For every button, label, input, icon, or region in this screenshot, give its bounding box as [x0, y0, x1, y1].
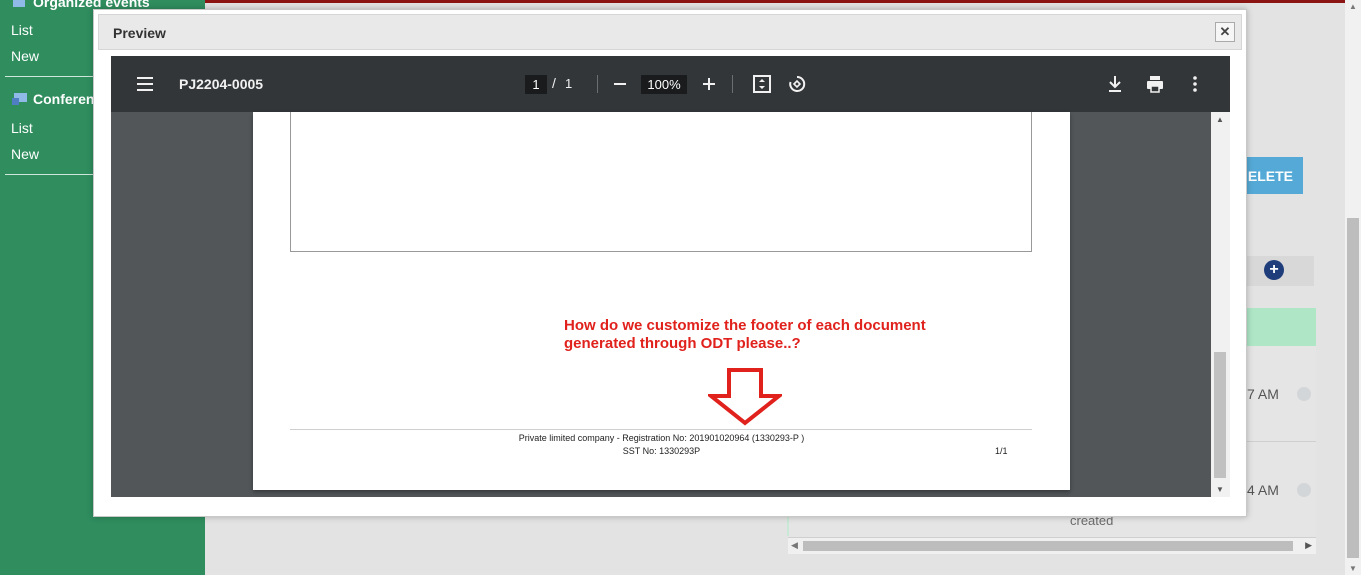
preview-modal: Preview ✕ PJ2204-0005 1 / 1 100% How do …: [93, 9, 1247, 517]
sidebar-conferences-new-link[interactable]: New: [11, 146, 39, 162]
scrollbar-thumb[interactable]: [1214, 352, 1226, 478]
events-panel-highlight: [1246, 308, 1316, 346]
plus-icon[interactable]: [698, 73, 720, 95]
page-number-input[interactable]: 1: [525, 75, 547, 94]
scroll-down-icon[interactable]: ▼: [1349, 564, 1357, 573]
events-horizontal-scrollbar[interactable]: ◀ ▶: [788, 538, 1316, 554]
event-status-dot: [1297, 483, 1311, 497]
conference-icon: [11, 92, 29, 106]
annotation-question: How do we customize the footer of each d…: [564, 317, 926, 352]
scroll-up-icon[interactable]: ▲: [1216, 115, 1224, 124]
calendar-icon: [11, 0, 29, 9]
scroll-left-icon[interactable]: ◀: [791, 540, 798, 551]
event-time: 4 AM: [1247, 482, 1279, 498]
pdf-vertical-scrollbar[interactable]: ▲ ▼: [1211, 112, 1230, 497]
rotate-icon[interactable]: [786, 73, 808, 95]
sidebar-conferences-list-link[interactable]: List: [11, 120, 33, 136]
page-vertical-scrollbar[interactable]: ▲ ▼: [1345, 0, 1361, 575]
menu-icon[interactable]: [137, 77, 153, 91]
pdf-viewer: PJ2204-0005 1 / 1 100% How do we customi…: [111, 56, 1230, 497]
footer-divider: [290, 429, 1032, 430]
document-title: PJ2204-0005: [179, 76, 264, 92]
more-vert-icon[interactable]: [1184, 73, 1206, 95]
sidebar-section-title: Conferen: [33, 91, 95, 107]
sidebar-organized-new-link[interactable]: New: [11, 48, 39, 64]
footer-company-line: Private limited company - Registration N…: [518, 433, 805, 443]
download-icon[interactable]: [1104, 73, 1126, 95]
toolbar-divider: [732, 75, 733, 93]
footer-page-number: 1/1: [995, 446, 1008, 456]
zoom-level-input[interactable]: 100%: [641, 75, 687, 94]
add-event-icon[interactable]: +: [1264, 260, 1284, 280]
scroll-down-icon[interactable]: ▼: [1216, 485, 1224, 494]
minus-icon[interactable]: [609, 73, 631, 95]
pdf-page: How do we customize the footer of each d…: [253, 112, 1070, 490]
modal-title: Preview: [113, 25, 166, 41]
event-status-dot: [1297, 387, 1311, 401]
pdf-toolbar: PJ2204-0005 1 / 1 100%: [111, 56, 1230, 112]
footer-sst-line: SST No: 1330293P: [622, 446, 701, 456]
scrollbar-thumb[interactable]: [803, 541, 1293, 551]
content-box: [290, 112, 1032, 252]
scrollbar-thumb[interactable]: [1347, 218, 1359, 558]
page-total: 1: [565, 76, 573, 91]
page-separator: /: [552, 75, 556, 91]
scroll-right-icon[interactable]: ▶: [1305, 540, 1312, 551]
toolbar-divider: [597, 75, 598, 93]
down-arrow-icon: [708, 368, 782, 426]
close-icon[interactable]: ✕: [1215, 22, 1235, 42]
print-icon[interactable]: [1144, 73, 1166, 95]
event-time: 7 AM: [1247, 386, 1279, 402]
sidebar-organized-list-link[interactable]: List: [11, 22, 33, 38]
fit-page-icon[interactable]: [751, 73, 773, 95]
modal-title-bar: Preview ✕: [98, 14, 1242, 50]
sidebar-section-conferences[interactable]: Conferen: [11, 91, 94, 107]
scroll-up-icon[interactable]: ▲: [1349, 2, 1357, 11]
